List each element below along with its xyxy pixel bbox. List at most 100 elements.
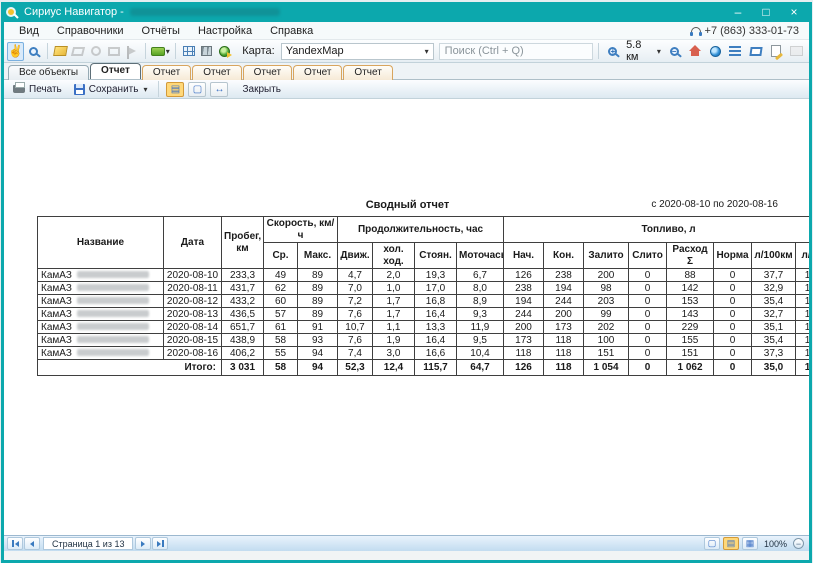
zoom-out-slider-button[interactable]: − (793, 538, 804, 549)
next-page-button[interactable] (135, 537, 151, 550)
table-cell: 32,7 (752, 308, 796, 321)
column-subheader: Нач. (504, 243, 544, 269)
table-cell: 436,5 (222, 308, 264, 321)
menu-item-2[interactable]: Справочники (48, 25, 133, 37)
tab-report-4[interactable]: Отчет (243, 65, 292, 80)
tab-report-5[interactable]: Отчет (293, 65, 342, 80)
tab-report-6[interactable]: Отчет (343, 65, 392, 80)
globe-go-button[interactable] (216, 42, 232, 61)
tab-report-2[interactable]: Отчет (142, 65, 191, 80)
report-period: с 2020-08-10 по 2020-08-16 (651, 199, 778, 210)
zoom-out-icon: − (670, 47, 679, 56)
first-page-button[interactable] (7, 537, 23, 550)
hand-icon: ✌ (8, 45, 23, 57)
minimize-button[interactable]: – (724, 3, 752, 21)
table-cell: 229 (667, 321, 714, 334)
globe-button[interactable] (706, 42, 724, 61)
close-button[interactable]: × (780, 3, 808, 21)
column-subheader: Моточасы (457, 243, 504, 269)
table-cell: 13,3 (415, 321, 457, 334)
edit-map-button[interactable] (53, 42, 69, 61)
zoom-tool-button[interactable] (26, 42, 42, 61)
redacted-plate (77, 284, 149, 291)
menu-item-4[interactable]: Настройка (189, 25, 261, 37)
column-subheader: л/час (796, 243, 809, 269)
table-cell: 200 (504, 321, 544, 334)
maximize-button[interactable]: □ (752, 3, 780, 21)
map-select-value: YandexMap (286, 45, 344, 57)
measure-button[interactable] (747, 42, 765, 61)
tab-all-objects[interactable]: Все объекты (8, 65, 89, 80)
table-cell: 16,4 (796, 334, 809, 347)
table-cell: 244 (544, 295, 584, 308)
table-cell: 2020-08-13 (164, 308, 222, 321)
road-view-button[interactable] (198, 42, 214, 61)
previous-page-button[interactable] (24, 537, 40, 550)
fit-page-view-button[interactable]: ▤ (723, 537, 739, 550)
list-button[interactable] (726, 42, 744, 61)
close-report-button[interactable]: Закрыть (238, 83, 285, 96)
view-mode-pages-button[interactable]: ▤ (166, 82, 184, 97)
layers-button[interactable]: ▾ (151, 42, 170, 61)
edit-note-button[interactable] (767, 42, 785, 61)
table-cell: 2,0 (373, 269, 415, 282)
table-cell: 2020-08-11 (164, 282, 222, 295)
table-row: КамАЗ2020-08-14651,7619110,71,113,311,92… (38, 321, 810, 334)
totals-cell: 52,3 (338, 360, 373, 376)
measure-icon (749, 47, 762, 56)
map-scale-select[interactable]: 5.8 км ▾ (624, 39, 663, 63)
headset-icon (691, 27, 701, 34)
window-title: Сириус Навигатор - (24, 6, 124, 18)
fit-width-button[interactable]: ↔ (210, 82, 228, 97)
home-button[interactable] (685, 42, 703, 61)
table-view-button[interactable] (181, 42, 197, 61)
print-label: Печать (29, 84, 62, 95)
table-cell: 0 (714, 269, 752, 282)
print-button[interactable]: Печать (9, 83, 66, 96)
zoom-percentage: 100% (764, 539, 787, 549)
zoom-in-button[interactable]: + (604, 42, 622, 61)
column-subheader: Стоян. (415, 243, 457, 269)
table-cell: 8,0 (457, 282, 504, 295)
printer-icon (13, 85, 25, 93)
chevron-down-icon: ▾ (657, 47, 661, 56)
column-header: Скорость, км/ч (264, 217, 338, 243)
search-input[interactable] (439, 43, 593, 60)
table-cell: 7,6 (338, 334, 373, 347)
redacted-plate (77, 323, 149, 330)
save-button[interactable]: Сохранить ▾ (70, 83, 152, 96)
table-cell: 118 (504, 347, 544, 360)
map-scale-value: 5.8 км (626, 39, 654, 63)
tab-report-1[interactable]: Отчет (90, 63, 141, 79)
edit-note-icon (771, 45, 781, 57)
table-cell: 203 (584, 295, 629, 308)
support-phone: +7 (863) 333-01-73 (691, 25, 803, 37)
table-row: КамАЗ2020-08-13436,557897,61,716,49,3244… (38, 308, 810, 321)
table-cell: 0 (714, 282, 752, 295)
column-subheader: Макс. (298, 243, 338, 269)
circle-icon (91, 46, 101, 56)
table-cell: 9,5 (457, 334, 504, 347)
report-header: Сводный отчет с 2020-08-10 по 2020-08-16 (37, 199, 778, 210)
menu-item-5[interactable]: Справка (261, 25, 322, 37)
totals-cell: 1 054 (584, 360, 629, 376)
chevron-down-icon: ▾ (166, 47, 170, 56)
zoom-out-button[interactable]: − (665, 42, 683, 61)
toolbar-right-group: + 5.8 км ▾ − (595, 39, 806, 63)
table-cell: 15,4 (796, 308, 809, 321)
multi-page-view-button[interactable]: ▦ (742, 537, 758, 550)
map-select[interactable]: YandexMap ▾ (281, 43, 434, 60)
totals-cell: 35,0 (752, 360, 796, 376)
single-page-view-button[interactable]: ▢ (704, 537, 720, 550)
table-cell: 16,4 (415, 308, 457, 321)
map-label: Карта: (242, 45, 275, 57)
tab-report-3[interactable]: Отчет (192, 65, 241, 80)
view-mode-single-button[interactable]: ▢ (188, 82, 206, 97)
table-cell: 35,4 (752, 295, 796, 308)
last-page-button[interactable] (152, 537, 168, 550)
table-row: КамАЗ2020-08-15438,958937,61,916,49,5173… (38, 334, 810, 347)
table-cell: 94 (298, 347, 338, 360)
menu-item-3[interactable]: Отчёты (133, 25, 189, 37)
menu-item-1[interactable]: Вид (10, 25, 48, 37)
pan-tool-button[interactable]: ✌ (7, 42, 24, 61)
